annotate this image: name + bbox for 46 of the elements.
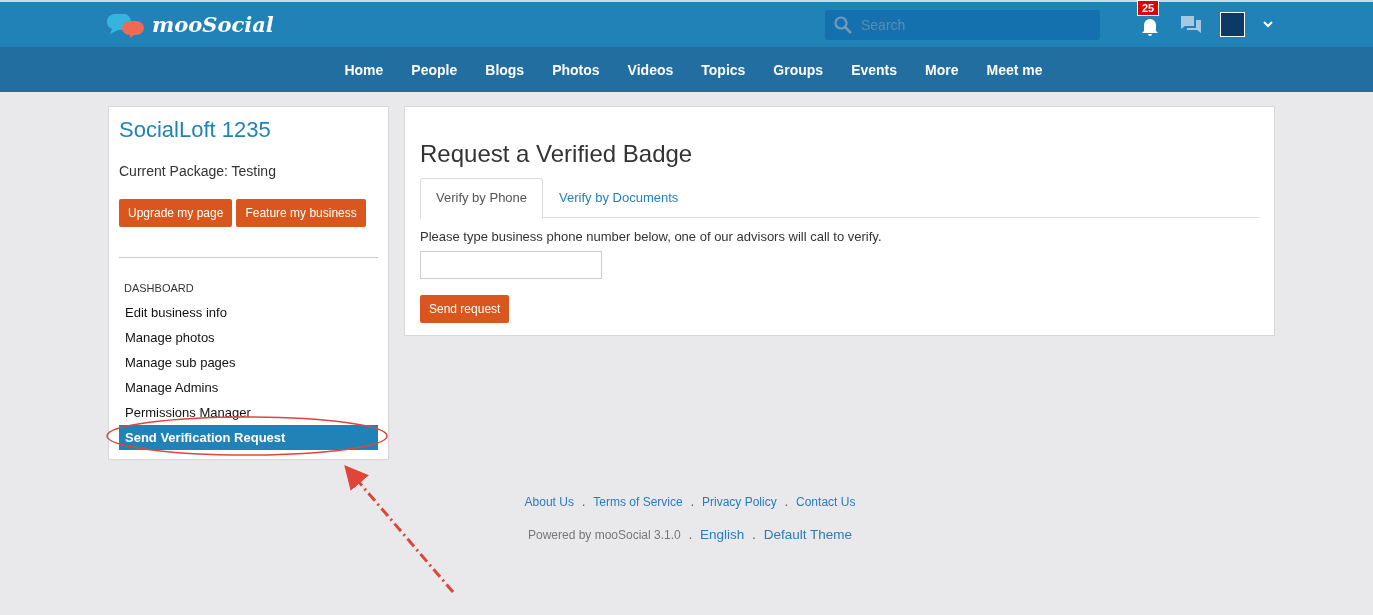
nav-link[interactable]: More: [911, 61, 973, 78]
footer-link[interactable]: Privacy Policy: [702, 495, 777, 509]
nav-link[interactable]: Topics: [687, 61, 760, 78]
package-label: Current Package: Testing: [119, 163, 277, 179]
notification-count: 25: [1137, 0, 1160, 16]
nav-link[interactable]: Events: [837, 61, 912, 78]
phone-input-field[interactable]: [420, 251, 602, 279]
avatar-image[interactable]: [1220, 12, 1245, 37]
sidebar-item[interactable]: Edit business info: [119, 300, 378, 325]
powered-by-text: Powered by mooSocial 3.1.0: [527, 528, 681, 542]
footer-link[interactable]: Default Theme: [763, 527, 852, 542]
action-button[interactable]: Feature my business: [236, 199, 366, 227]
chat-icon[interactable]: [1180, 14, 1202, 35]
chevron-down-icon[interactable]: [1263, 21, 1273, 28]
bell-icon[interactable]: [1141, 16, 1159, 37]
business-title: SocialLoft 1235: [119, 117, 272, 143]
sidebar-item[interactable]: Manage photos: [119, 325, 378, 350]
footer-link[interactable]: English: [700, 527, 745, 542]
nav-link[interactable]: Meet me: [972, 61, 1057, 78]
nav-link[interactable]: Groups: [759, 61, 838, 78]
logo-text[interactable]: mooSocial: [152, 12, 274, 37]
send-request-button[interactable]: Send request: [420, 295, 510, 323]
nav-link[interactable]: Photos: [538, 61, 614, 78]
sidebar-item[interactable]: Permissions Manager: [119, 400, 378, 425]
separator-dot: .: [580, 495, 587, 509]
nav-link[interactable]: People: [397, 61, 472, 78]
section-heading: DASHBOARD: [123, 282, 195, 294]
search-field[interactable]: Search: [825, 9, 1100, 40]
instruction-text: Please type business phone number below, one of our advisors will call to verify.: [420, 229, 883, 244]
sidebar-item[interactable]: Send Verification Request: [119, 425, 378, 450]
action-button[interactable]: Upgrade my page: [119, 199, 233, 227]
footer-link[interactable]: About Us: [524, 495, 574, 509]
nav-link[interactable]: Home: [330, 61, 398, 78]
nav-link[interactable]: Blogs: [471, 61, 539, 78]
separator-dot: .: [689, 495, 695, 509]
sidebar-item[interactable]: Manage Admins: [119, 375, 378, 400]
footer-link[interactable]: Contact Us: [796, 495, 856, 509]
footer-link[interactable]: Terms of Service: [593, 495, 683, 509]
sidebar-item[interactable]: Manage sub pages: [119, 350, 378, 375]
separator-dot: .: [687, 528, 694, 542]
separator-dot: .: [783, 495, 790, 509]
tab[interactable]: Verify by Phone: [420, 178, 544, 219]
nav-link[interactable]: Videos: [613, 61, 688, 78]
separator-dot: .: [751, 528, 757, 542]
page-title: Request a Verified Badge: [420, 140, 694, 168]
search-icon: [834, 15, 852, 34]
